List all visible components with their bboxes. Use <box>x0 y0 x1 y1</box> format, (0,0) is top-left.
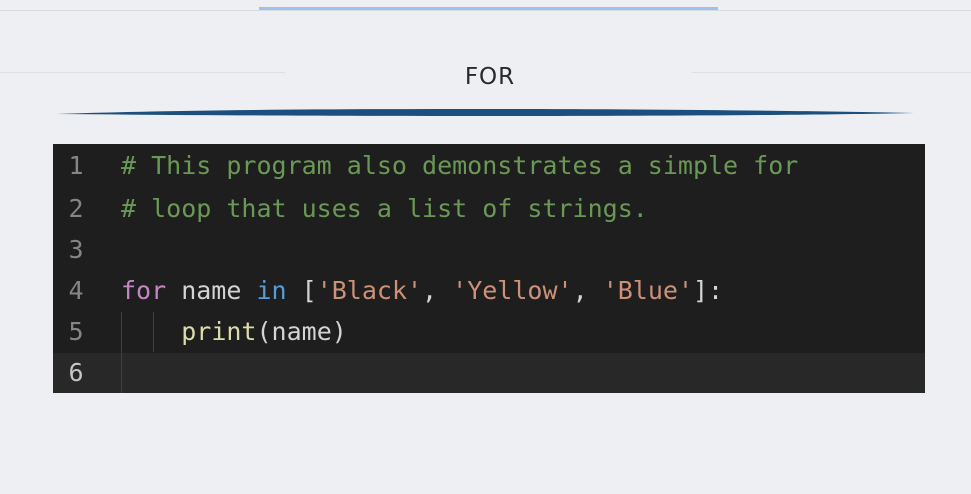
code-text: for name in ['Black', 'Yellow', 'Blue']: <box>121 271 723 311</box>
code-line[interactable]: 4 for name in ['Black', 'Yellow', 'Blue']… <box>53 271 925 311</box>
line-number: 2 <box>68 194 84 223</box>
indent-guide <box>153 312 154 352</box>
code-token-keyword: for <box>121 276 167 305</box>
indent-guide <box>121 312 122 393</box>
line-number: 4 <box>68 276 84 305</box>
code-line[interactable]: 1 # This program also demonstrates a simp… <box>53 146 925 186</box>
code-token-punct: ]: <box>693 276 724 305</box>
code-token-string: 'Black' <box>316 276 423 305</box>
code-line[interactable]: 6 <box>53 353 925 393</box>
code-text: # This program also demonstrates a simpl… <box>121 146 798 186</box>
code-token-func: print <box>181 317 257 346</box>
code-line[interactable]: 5 print(name) <box>53 312 925 352</box>
line-number: 3 <box>68 235 84 264</box>
top-divider <box>0 10 971 11</box>
line-number: 1 <box>68 151 84 180</box>
code-token-comment: # This program also demonstrates a simpl… <box>121 151 799 180</box>
code-text: # loop that uses a list of strings. <box>121 189 648 229</box>
code-token-string: 'Blue' <box>602 276 693 305</box>
line-number: 5 <box>68 317 84 346</box>
code-token-string: 'Yellow' <box>452 276 573 305</box>
code-token-punct: (name) <box>256 317 347 346</box>
brush-underline <box>56 109 914 116</box>
code-token-ident <box>121 317 181 346</box>
line-number: 6 <box>68 358 84 387</box>
code-token-keyword2: in <box>256 276 287 305</box>
code-token-punct: , <box>572 276 603 305</box>
code-line[interactable]: 2 # loop that uses a list of strings. <box>53 189 925 229</box>
code-token-punct: , <box>422 276 453 305</box>
code-line[interactable]: 3 <box>53 230 925 270</box>
code-token-punct: [ <box>286 276 317 305</box>
code-editor: 1 # This program also demonstrates a simp… <box>53 144 925 393</box>
page-title: FOR <box>464 64 516 90</box>
code-token-comment: # loop that uses a list of strings. <box>121 194 648 223</box>
code-token-ident: name <box>166 276 257 305</box>
code-text: print(name) <box>121 312 347 352</box>
